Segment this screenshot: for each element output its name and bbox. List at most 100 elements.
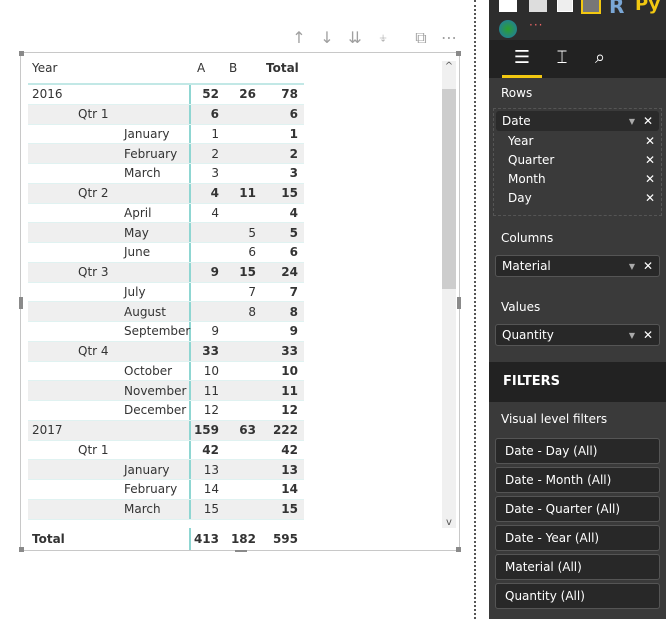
filter-card[interactable]: Date - Year (All)	[495, 525, 660, 551]
row-label[interactable]: 2016	[28, 85, 191, 104]
row-label[interactable]: May	[28, 223, 191, 242]
row-label[interactable]: February	[28, 480, 191, 499]
row-label[interactable]: June	[28, 243, 191, 262]
row-label[interactable]: February	[28, 144, 191, 163]
columns-field-material[interactable]: Material ▼ ✕	[495, 255, 660, 277]
row-label[interactable]: July	[28, 282, 191, 302]
python-script-icon[interactable]: Py	[635, 0, 660, 15]
matrix-row[interactable]: June 6 6	[28, 243, 304, 263]
sort-descending-icon[interactable]: ↓	[316, 28, 338, 48]
row-label[interactable]: 2017	[28, 420, 191, 440]
drill-down-all-icon[interactable]: ⇊	[344, 28, 366, 48]
matrix-row[interactable]: March 3 3	[28, 164, 304, 184]
dropdown-icon[interactable]: ▼	[629, 331, 635, 340]
matrix-row[interactable]: May 5 5	[28, 223, 304, 243]
scroll-down-icon[interactable]: v	[442, 517, 456, 528]
dropdown-icon[interactable]: ▼	[629, 262, 635, 271]
rows-field-date[interactable]: Date ▼ ✕	[496, 111, 659, 131]
matrix-row[interactable]: 2017 159 63 222	[28, 420, 304, 441]
scrollbar-thumb[interactable]	[442, 89, 456, 289]
matrix-row[interactable]: April 4 4	[28, 203, 304, 224]
rows-well[interactable]: Date ▼ ✕ Year ✕ Quarter ✕ Month ✕ Day ✕	[493, 108, 662, 216]
row-label[interactable]: March	[28, 499, 191, 519]
matrix-row[interactable]: January 13 13	[28, 460, 304, 480]
sort-ascending-icon[interactable]: ↑	[288, 28, 310, 48]
row-label[interactable]: December	[28, 401, 191, 420]
matrix-row[interactable]: September 9 9	[28, 322, 304, 342]
rows-sub-month[interactable]: Month	[508, 172, 546, 186]
matrix-row[interactable]: 2016 52 26 78	[28, 85, 304, 105]
remove-icon[interactable]: ✕	[643, 259, 653, 273]
row-label[interactable]: Qtr 3	[28, 262, 191, 282]
expand-hierarchy-icon[interactable]: ⍖	[372, 28, 394, 48]
row-label[interactable]: Qtr 2	[28, 183, 191, 203]
columns-label: Columns	[501, 231, 554, 245]
r-script-icon[interactable]: R	[609, 0, 624, 18]
row-label[interactable]: October	[28, 361, 191, 381]
matrix-icon[interactable]	[581, 0, 601, 14]
cell-a: 3	[211, 166, 219, 181]
row-label[interactable]: November	[28, 381, 191, 400]
matrix-visual[interactable]: Year A B Total 2016 52 26 78 Qtr 1 6 6 Jan…	[19, 51, 461, 552]
matrix-row[interactable]: Qtr 3 9 15 24	[28, 262, 304, 283]
remove-icon[interactable]: ✕	[643, 114, 653, 128]
rows-sub-year[interactable]: Year	[508, 134, 533, 148]
header-a[interactable]: A	[191, 61, 223, 75]
header-total[interactable]: Total	[260, 61, 304, 75]
remove-day-icon[interactable]: ✕	[645, 191, 655, 205]
values-label: Values	[501, 300, 541, 314]
fields-tab-icon[interactable]: ☰	[502, 40, 542, 78]
header-year[interactable]: Year	[28, 53, 191, 83]
rows-sub-day[interactable]: Day	[508, 191, 532, 205]
row-label[interactable]: August	[28, 302, 191, 321]
dropdown-icon[interactable]: ▼	[629, 117, 635, 126]
more-options-icon[interactable]: ⋯	[438, 28, 460, 48]
filter-card[interactable]: Date - Quarter (All)	[495, 496, 660, 522]
filter-card[interactable]: Date - Day (All)	[495, 438, 660, 464]
cell-a: 15	[203, 502, 219, 517]
focus-mode-icon[interactable]: ⧉	[410, 28, 432, 48]
row-label[interactable]: Qtr 1	[28, 104, 191, 124]
analytics-magnifier-icon[interactable]: ⌕	[587, 40, 613, 78]
matrix-row[interactable]: November 11 11	[28, 381, 304, 401]
row-label[interactable]: March	[28, 164, 191, 183]
arcgis-map-icon[interactable]	[499, 20, 517, 38]
matrix-row[interactable]: Qtr 1 6 6	[28, 104, 304, 125]
matrix-row[interactable]: July 7 7	[28, 282, 304, 303]
matrix-row[interactable]: January 1 1	[28, 124, 304, 145]
row-label[interactable]: January	[28, 460, 191, 479]
remove-icon[interactable]: ✕	[643, 328, 653, 342]
remove-month-icon[interactable]: ✕	[645, 172, 655, 186]
values-field-quantity[interactable]: Quantity ▼ ✕	[495, 324, 660, 346]
matrix-row[interactable]: August 8 8	[28, 302, 304, 322]
remove-quarter-icon[interactable]: ✕	[645, 153, 655, 167]
remove-year-icon[interactable]: ✕	[645, 134, 655, 148]
format-paint-roller-icon[interactable]: ⌶	[549, 40, 575, 78]
cell-total: 2	[289, 146, 298, 161]
row-label[interactable]: Qtr 4	[28, 341, 191, 361]
slicer-icon[interactable]	[529, 0, 547, 12]
row-label[interactable]: April	[28, 203, 191, 223]
matrix-row[interactable]: Qtr 2 4 11 15	[28, 183, 304, 204]
row-label[interactable]: Qtr 1	[28, 440, 191, 460]
table-icon[interactable]	[557, 0, 573, 12]
scroll-up-icon[interactable]: ^	[442, 61, 456, 72]
matrix-row[interactable]: March 15 15	[28, 499, 304, 520]
matrix-row[interactable]: February 2 2	[28, 144, 304, 164]
matrix-row[interactable]: February 14 14	[28, 480, 304, 500]
header-b[interactable]: B	[223, 61, 260, 75]
filter-card[interactable]: Date - Month (All)	[495, 467, 660, 493]
waterfall-chart-icon[interactable]	[499, 0, 517, 12]
matrix-row[interactable]: December 12 12	[28, 401, 304, 421]
row-label[interactable]: September	[28, 322, 191, 341]
row-label[interactable]: January	[28, 124, 191, 144]
vertical-scrollbar[interactable]: ^ v	[442, 61, 456, 528]
cell-a: 11	[203, 383, 219, 398]
matrix-row[interactable]: October 10 10	[28, 361, 304, 382]
matrix-row[interactable]: Qtr 4 33 33	[28, 341, 304, 362]
more-visuals-icon[interactable]: ···	[529, 18, 543, 32]
rows-sub-quarter[interactable]: Quarter	[508, 153, 554, 167]
filter-card[interactable]: Material (All)	[495, 554, 660, 580]
matrix-row[interactable]: Qtr 1 42 42	[28, 440, 304, 461]
filter-card[interactable]: Quantity (All)	[495, 583, 660, 609]
